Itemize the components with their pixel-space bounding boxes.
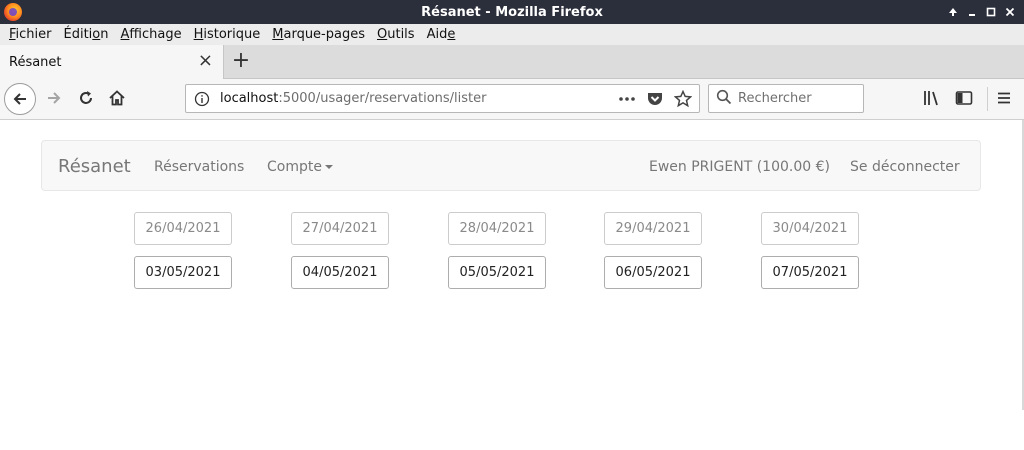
day-button[interactable]: 27/04/2021: [291, 212, 389, 245]
nav-account-dropdown[interactable]: Compte: [267, 159, 333, 175]
new-tab-icon[interactable]: +: [229, 49, 253, 73]
page-content: Résanet Réservations Compte Ewen PRIGENT…: [0, 120, 1024, 450]
day-button[interactable]: 07/05/2021: [761, 256, 859, 289]
keep-above-icon[interactable]: [944, 3, 961, 20]
menu-aide[interactable]: Aide: [421, 27, 462, 42]
day-button[interactable]: 28/04/2021: [448, 212, 546, 245]
pocket-icon[interactable]: [646, 90, 664, 108]
minimize-icon[interactable]: [963, 3, 980, 20]
window-title: Résanet - Mozilla Firefox: [421, 4, 603, 20]
tab-resanet[interactable]: Résanet ×: [0, 45, 224, 79]
day-button[interactable]: 04/05/2021: [291, 256, 389, 289]
menu-bar: Fichier Édition Affichage Historique Mar…: [0, 24, 1024, 45]
url-text[interactable]: localhost:5000/usager/reservations/liste…: [220, 91, 486, 106]
logout-link[interactable]: Se déconnecter: [850, 159, 960, 175]
site-info-icon[interactable]: [194, 91, 210, 107]
page-actions-icon[interactable]: [618, 90, 636, 108]
sidebar-icon[interactable]: [953, 87, 975, 109]
user-balance-text[interactable]: Ewen PRIGENT (100.00 €): [649, 159, 830, 175]
menu-marque-pages[interactable]: Marque-pages: [266, 27, 371, 42]
nav-reservations-link[interactable]: Réservations: [154, 159, 244, 175]
caret-down-icon: [324, 165, 333, 169]
home-icon[interactable]: [106, 87, 128, 109]
tab-strip: Résanet × +: [0, 45, 1024, 79]
bookmark-star-icon[interactable]: [674, 90, 692, 108]
menu-edition[interactable]: Édition: [58, 27, 115, 42]
close-window-icon[interactable]: [1001, 3, 1018, 20]
tab-title: Résanet: [9, 54, 62, 70]
menu-fichier[interactable]: Fichier: [3, 27, 58, 42]
toolbar-separator: [987, 87, 988, 111]
search-input[interactable]: [738, 91, 858, 106]
back-icon[interactable]: [4, 83, 36, 115]
navigation-toolbar: localhost:5000/usager/reservations/liste…: [0, 79, 1024, 120]
window-titlebar: Résanet - Mozilla Firefox: [0, 0, 1024, 24]
menu-outils[interactable]: Outils: [371, 27, 421, 42]
day-button[interactable]: 06/05/2021: [604, 256, 702, 289]
forward-icon[interactable]: [43, 87, 65, 109]
menu-historique[interactable]: Historique: [188, 27, 267, 42]
firefox-logo-icon: [4, 3, 22, 21]
day-button[interactable]: 30/04/2021: [761, 212, 859, 245]
brand-link[interactable]: Résanet: [58, 156, 131, 177]
menu-affichage[interactable]: Affichage: [115, 27, 188, 42]
reload-icon[interactable]: [75, 87, 97, 109]
library-icon[interactable]: [921, 87, 943, 109]
app-navbar: Résanet Réservations Compte Ewen PRIGENT…: [41, 140, 981, 191]
day-button[interactable]: 29/04/2021: [604, 212, 702, 245]
day-button[interactable]: 03/05/2021: [134, 256, 232, 289]
search-icon: [716, 89, 732, 109]
close-tab-icon[interactable]: ×: [198, 52, 213, 70]
hamburger-menu-icon[interactable]: [993, 87, 1015, 109]
day-button[interactable]: 26/04/2021: [134, 212, 232, 245]
maximize-icon[interactable]: [982, 3, 999, 20]
day-button[interactable]: 05/05/2021: [448, 256, 546, 289]
url-bar[interactable]: localhost:5000/usager/reservations/liste…: [185, 84, 700, 113]
search-box[interactable]: [708, 84, 864, 113]
